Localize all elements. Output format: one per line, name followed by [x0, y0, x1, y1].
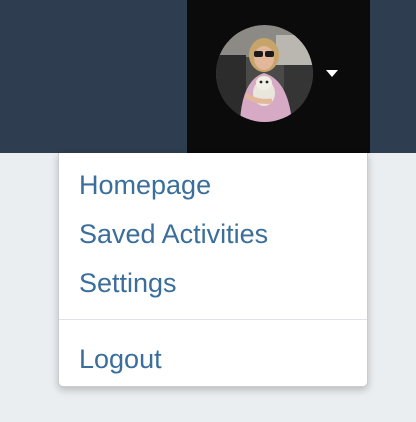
- user-dropdown-menu: Homepage Saved Activities Settings Logou…: [58, 153, 368, 387]
- caret-down-icon[interactable]: [326, 70, 338, 77]
- menu-item-saved-activities[interactable]: Saved Activities: [79, 218, 268, 250]
- top-navigation-bar: [0, 0, 416, 153]
- menu-item-homepage[interactable]: Homepage: [79, 169, 211, 201]
- menu-item-logout[interactable]: Logout: [79, 343, 162, 375]
- avatar-photo-icon: [216, 25, 313, 122]
- user-menu-toggle[interactable]: [187, 0, 370, 153]
- menu-divider: [59, 319, 367, 320]
- user-avatar[interactable]: [216, 25, 313, 122]
- menu-item-settings[interactable]: Settings: [79, 267, 177, 299]
